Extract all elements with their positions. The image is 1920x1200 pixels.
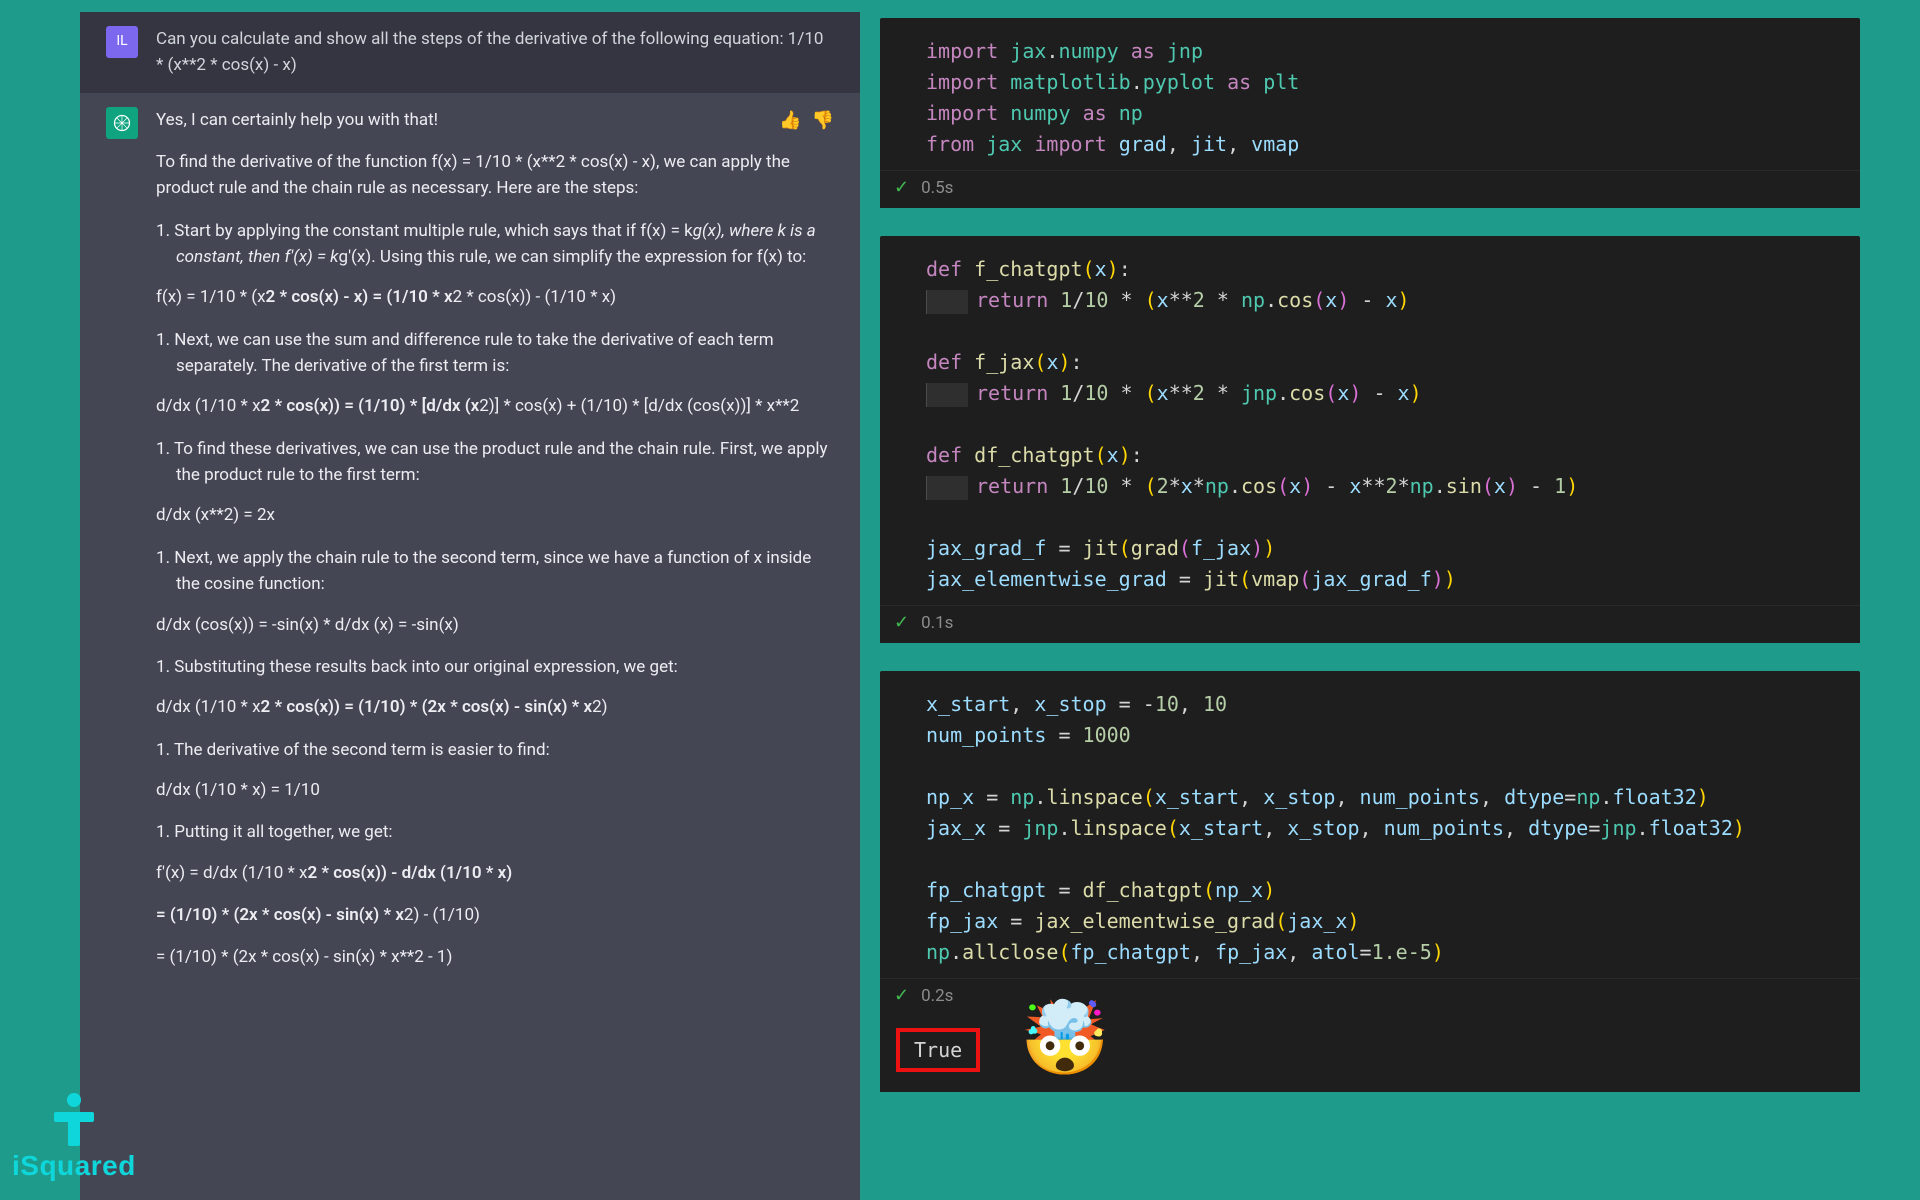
- assistant-message: 👍 👎 Yes, I can certainly help you with t…: [80, 93, 860, 1200]
- cell-2-status: ✓ 0.1s: [880, 605, 1860, 643]
- cell-1-time: 0.5s: [921, 178, 953, 198]
- eq-3: d/dx (x**2) = 2x: [156, 502, 834, 528]
- mind-blown-icon: 🤯: [1020, 1002, 1110, 1074]
- step-6: The derivative of the second term is eas…: [176, 737, 834, 763]
- user-message: IL Can you calculate and show all the st…: [80, 12, 860, 93]
- code-cell-3[interactable]: x_start, x_stop = -10, 10 num_points = 1…: [880, 671, 1860, 1092]
- step-5: Substituting these results back into our…: [176, 654, 834, 680]
- check-icon: ✓: [894, 177, 909, 198]
- cell-3-time: 0.2s: [921, 986, 953, 1006]
- eq-5: d/dx (1/10 * x2 * cos(x)) = (1/10) * (2x…: [156, 694, 834, 720]
- code-block-3: x_start, x_stop = -10, 10 num_points = 1…: [880, 671, 1860, 978]
- cell-1-status: ✓ 0.5s: [880, 170, 1860, 208]
- openai-icon: [112, 113, 132, 133]
- step-2: Next, we can use the sum and difference …: [176, 327, 834, 380]
- user-avatar: IL: [106, 26, 138, 58]
- eq-7b: = (1/10) * (2x * cos(x) - sin(x) * x2) -…: [156, 902, 834, 928]
- thumbs-down-icon[interactable]: 👎: [812, 107, 834, 135]
- code-block-1: import jax.numpy as jnp import matplotli…: [880, 18, 1860, 170]
- watermark-text: iSquared: [12, 1150, 136, 1182]
- assistant-body: Yes, I can certainly help you with that!…: [156, 107, 834, 1186]
- check-icon: ✓: [894, 612, 909, 633]
- notebook-panel: import jax.numpy as jnp import matplotli…: [880, 12, 1860, 1200]
- cell-2-time: 0.1s: [921, 613, 953, 633]
- step-3: To find these derivatives, we can use th…: [176, 436, 834, 489]
- user-prompt-text: Can you calculate and show all the steps…: [156, 26, 834, 79]
- eq-1: f(x) = 1/10 * (x2 * cos(x) - x) = (1/10 …: [156, 284, 834, 310]
- assistant-avatar: [106, 107, 138, 139]
- thumbs-up-icon[interactable]: 👍: [779, 107, 801, 135]
- assistant-intro: Yes, I can certainly help you with that!: [156, 107, 834, 133]
- eq-7a: f'(x) = d/dx (1/10 * x2 * cos(x)) - d/dx…: [156, 860, 834, 886]
- reaction-bar: 👍 👎: [779, 107, 834, 135]
- output-value: True: [896, 1028, 980, 1072]
- step-4: Next, we apply the chain rule to the sec…: [176, 545, 834, 598]
- eq-6: d/dx (1/10 * x) = 1/10: [156, 777, 834, 803]
- eq-2: d/dx (1/10 * x2 * cos(x)) = (1/10) * [d/…: [156, 393, 834, 419]
- eq-7c: = (1/10) * (2x * cos(x) - sin(x) * x**2 …: [156, 944, 834, 970]
- code-block-2: def f_chatgpt(x): return 1/10 * (x**2 * …: [880, 236, 1860, 605]
- code-cell-1[interactable]: import jax.numpy as jnp import matplotli…: [880, 18, 1860, 208]
- cell-3-output: True 🤯: [880, 1016, 1860, 1092]
- watermark: iSquared: [12, 1092, 136, 1182]
- code-cell-2[interactable]: def f_chatgpt(x): return 1/10 * (x**2 * …: [880, 236, 1860, 643]
- check-icon: ✓: [894, 985, 909, 1006]
- isquared-icon: [44, 1092, 104, 1148]
- chat-panel: IL Can you calculate and show all the st…: [80, 12, 860, 1200]
- step-list: Start by applying the constant multiple …: [156, 218, 834, 271]
- eq-4: d/dx (cos(x)) = -sin(x) * d/dx (x) = -si…: [156, 612, 834, 638]
- assistant-lead: To find the derivative of the function f…: [156, 149, 834, 202]
- step-7: Putting it all together, we get:: [176, 819, 834, 845]
- step-1: Start by applying the constant multiple …: [176, 218, 834, 271]
